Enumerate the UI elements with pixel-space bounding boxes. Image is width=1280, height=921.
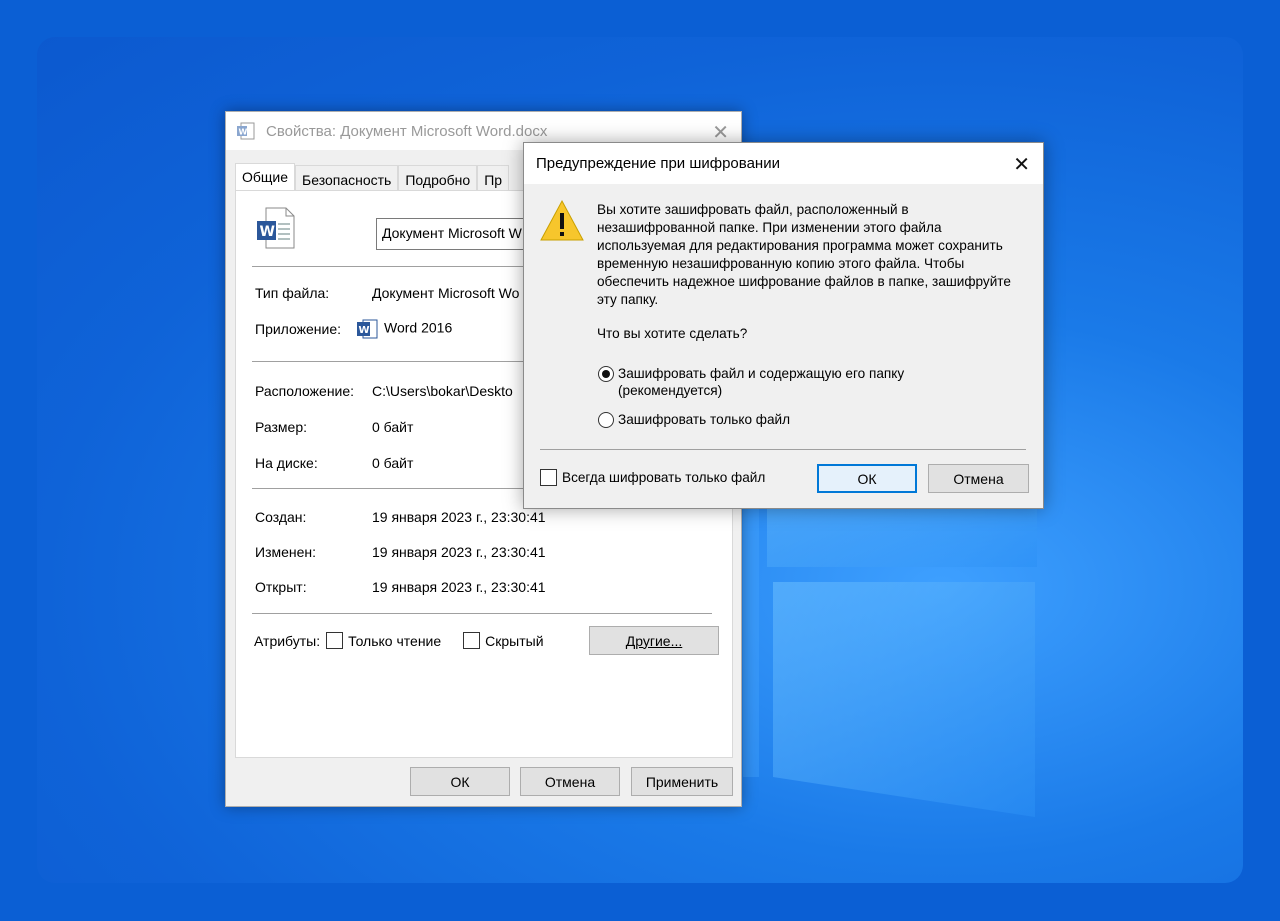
option-line-2: (рекомендуется)	[618, 383, 723, 398]
size-label: Размер:	[255, 419, 308, 435]
separator	[252, 613, 712, 614]
word-file-icon: W	[257, 207, 295, 249]
option-encrypt-file-only-label: Зашифровать только файл	[618, 412, 791, 427]
encryption-warning-dialog: Предупреждение при шифровании ✕ Вы хотит…	[523, 142, 1044, 509]
location-value: C:\Users\bokar\Deskto	[372, 383, 513, 399]
tab-general[interactable]: Общие	[235, 163, 296, 191]
option-encrypt-file-and-folder[interactable]: Зашифровать файл и содержащую его папку …	[598, 365, 904, 399]
warning-question: Что вы хотите сделать?	[597, 326, 748, 341]
warning-icon	[540, 199, 584, 241]
modified-label: Изменен:	[255, 544, 317, 560]
file-type-label: Тип файла:	[255, 285, 330, 301]
radio-button-selected[interactable]	[598, 366, 614, 382]
location-label: Расположение:	[255, 383, 355, 399]
modified-value: 19 января 2023 г., 23:30:41	[372, 544, 546, 560]
properties-title: Свойства: Документ Microsoft Word.docx	[266, 122, 548, 140]
option-encrypt-file-only[interactable]: Зашифровать только файл	[598, 411, 790, 428]
word-app-icon: W	[357, 319, 378, 339]
always-encrypt-file-only[interactable]: Всегда шифровать только файл	[540, 469, 765, 486]
tab-security[interactable]: Безопасность	[295, 165, 399, 191]
close-icon[interactable]: ✕	[1013, 152, 1030, 177]
warning-cancel-button[interactable]: Отмена	[928, 464, 1029, 493]
apply-button[interactable]: Применить	[631, 767, 733, 796]
readonly-checkbox[interactable]	[326, 632, 344, 649]
size-on-disk-value: 0 байт	[372, 455, 414, 471]
application-label: Приложение:	[255, 321, 342, 337]
size-value: 0 байт	[372, 419, 414, 435]
tab-details[interactable]: Подробно	[398, 165, 478, 191]
advanced-button[interactable]: Другие...	[589, 626, 719, 655]
warning-title: Предупреждение при шифровании	[536, 155, 780, 172]
advanced-button-label: Другие...	[625, 632, 683, 649]
created-value: 19 января 2023 г., 23:30:41	[372, 509, 546, 525]
application-name: Word 2016	[384, 319, 453, 336]
warning-message: Вы хотите зашифровать файл, расположенны…	[597, 202, 1011, 307]
attributes-row: Атрибуты: Только чтение Скрытый	[254, 632, 544, 649]
accessed-value: 19 января 2023 г., 23:30:41	[372, 579, 546, 595]
svg-text:W: W	[359, 325, 370, 336]
warning-ok-button[interactable]: ОК	[817, 464, 917, 493]
always-encrypt-label: Всегда шифровать только файл	[562, 470, 766, 485]
radio-button[interactable]	[598, 412, 614, 428]
application-value: W Word 2016	[356, 318, 452, 340]
svg-text:W: W	[260, 224, 275, 240]
tab-previous-versions[interactable]: Пр	[477, 165, 510, 191]
option-line-1: Зашифровать файл и содержащую его папку	[618, 366, 905, 381]
hidden-label[interactable]: Скрытый	[485, 633, 543, 649]
created-label: Создан:	[255, 509, 307, 525]
properties-tabs: Общие Безопасность Подробно Пр	[235, 163, 510, 191]
svg-text:W: W	[239, 128, 248, 137]
hidden-checkbox[interactable]	[463, 632, 481, 649]
attributes-label: Атрибуты:	[254, 632, 321, 649]
file-type-value: Документ Microsoft Wo	[372, 285, 520, 301]
always-encrypt-checkbox[interactable]	[540, 469, 557, 486]
readonly-label[interactable]: Только чтение	[348, 633, 441, 649]
accessed-label: Открыт:	[255, 579, 307, 595]
option-encrypt-file-and-folder-label: Зашифровать файл и содержащую его папку …	[618, 365, 904, 399]
size-on-disk-label: На диске:	[255, 455, 318, 471]
word-document-icon: W	[237, 122, 255, 140]
warning-titlebar: Предупреждение при шифровании ✕	[524, 143, 1043, 184]
ok-button[interactable]: ОК	[410, 767, 510, 796]
separator	[540, 449, 1026, 450]
cancel-button[interactable]: Отмена	[520, 767, 620, 796]
